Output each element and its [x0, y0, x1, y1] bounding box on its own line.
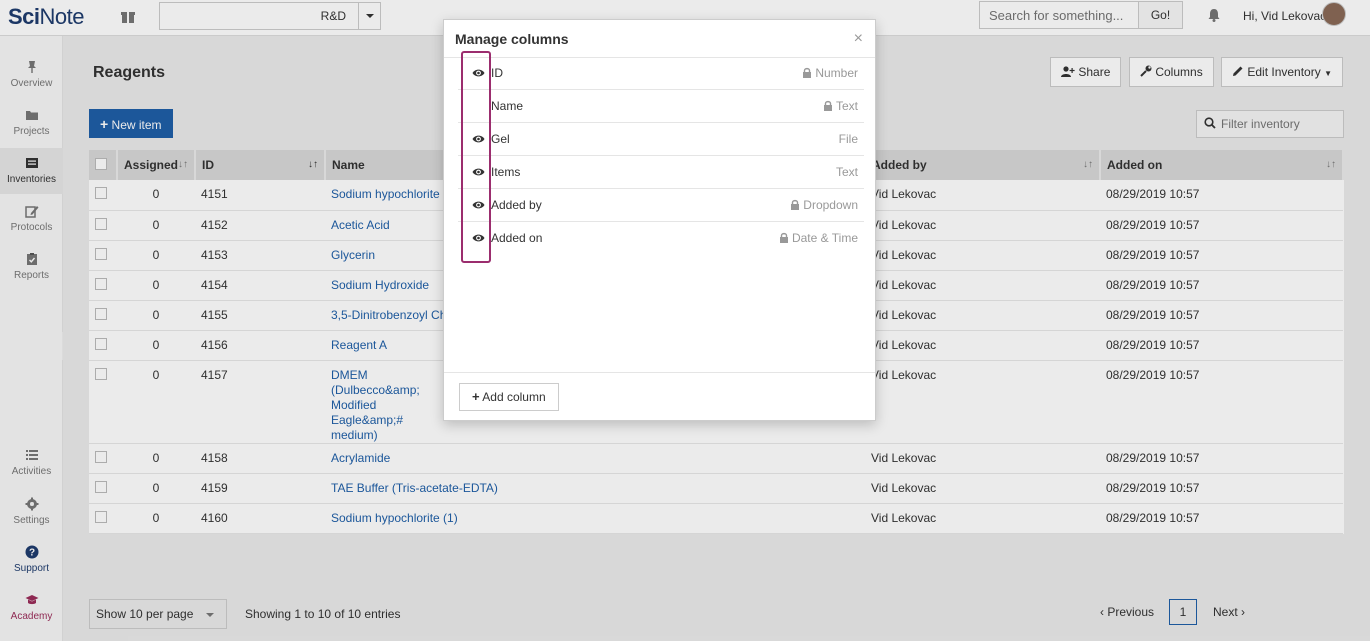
lock-icon [779, 232, 788, 243]
column-row-id[interactable]: ID Number [458, 57, 864, 90]
column-name: Items [491, 165, 521, 179]
plus-icon: + [472, 389, 480, 404]
column-row-added-on[interactable]: Added on Date & Time [458, 222, 864, 255]
column-row-gel[interactable]: Gel File [458, 123, 864, 156]
column-type: Text [823, 99, 858, 113]
column-name: ID [491, 66, 503, 80]
column-name: Name [491, 99, 524, 113]
column-type: Date & Time [779, 231, 858, 245]
column-row-items[interactable]: Items Text [458, 156, 864, 189]
divider [444, 372, 875, 373]
visibility-toggle-highlight [461, 51, 491, 263]
lock-icon [791, 199, 800, 210]
column-name: Gel [491, 132, 510, 146]
column-type: File [838, 132, 858, 146]
add-column-button[interactable]: + Add column [459, 383, 559, 411]
column-row-name[interactable]: Name Text [458, 90, 864, 123]
lock-icon [823, 100, 832, 111]
column-type: Text [835, 165, 858, 179]
column-type: Number [802, 66, 858, 80]
column-row-added-by[interactable]: Added by Dropdown [458, 189, 864, 222]
close-icon[interactable]: × [854, 30, 863, 48]
add-column-label: Add column [482, 390, 546, 404]
manage-columns-modal: Manage columns × ID Number Name Text Gel… [443, 19, 876, 421]
modal-title: Manage columns [455, 31, 569, 47]
column-name: Added by [491, 198, 542, 212]
column-type: Dropdown [790, 198, 858, 212]
column-name: Added on [491, 231, 543, 245]
lock-icon [803, 67, 812, 78]
